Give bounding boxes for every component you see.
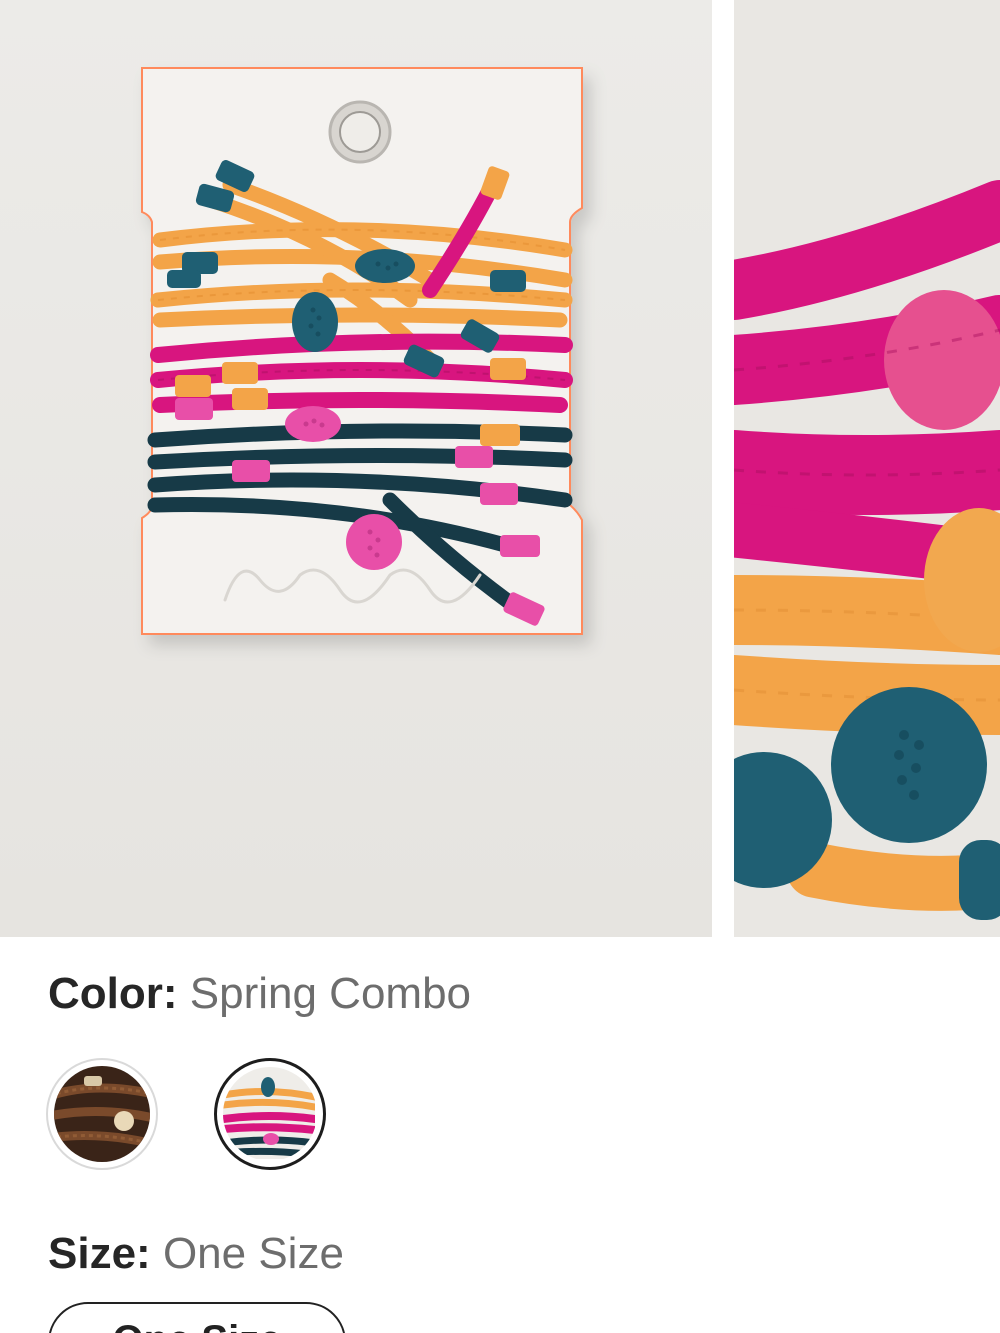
size-label: Size: — [48, 1229, 151, 1278]
product-image-next[interactable] — [734, 0, 1000, 937]
spring-combo-swatch — [223, 1067, 317, 1161]
hair-ties-closeup-image — [734, 180, 1000, 920]
product-image-main[interactable] — [0, 0, 712, 937]
color-swatch-spring-combo[interactable] — [214, 1058, 326, 1170]
color-swatch-brown[interactable] — [46, 1058, 158, 1170]
size-selector-label: Size: One Size — [48, 1226, 344, 1282]
color-label: Color: — [48, 969, 178, 1018]
product-detail-page: Color: Spring Combo Size: One Size — [0, 0, 1000, 1333]
hair-ties-card-image — [141, 67, 583, 635]
size-value: One Size — [162, 1229, 344, 1278]
color-selector-label: Color: Spring Combo — [48, 966, 471, 1022]
product-image-gallery[interactable] — [0, 0, 1000, 937]
size-option-one-size[interactable]: One Size — [48, 1302, 346, 1333]
color-swatches — [46, 1058, 336, 1174]
color-value: Spring Combo — [189, 969, 472, 1018]
brown-hair-ties-swatch — [54, 1066, 150, 1162]
